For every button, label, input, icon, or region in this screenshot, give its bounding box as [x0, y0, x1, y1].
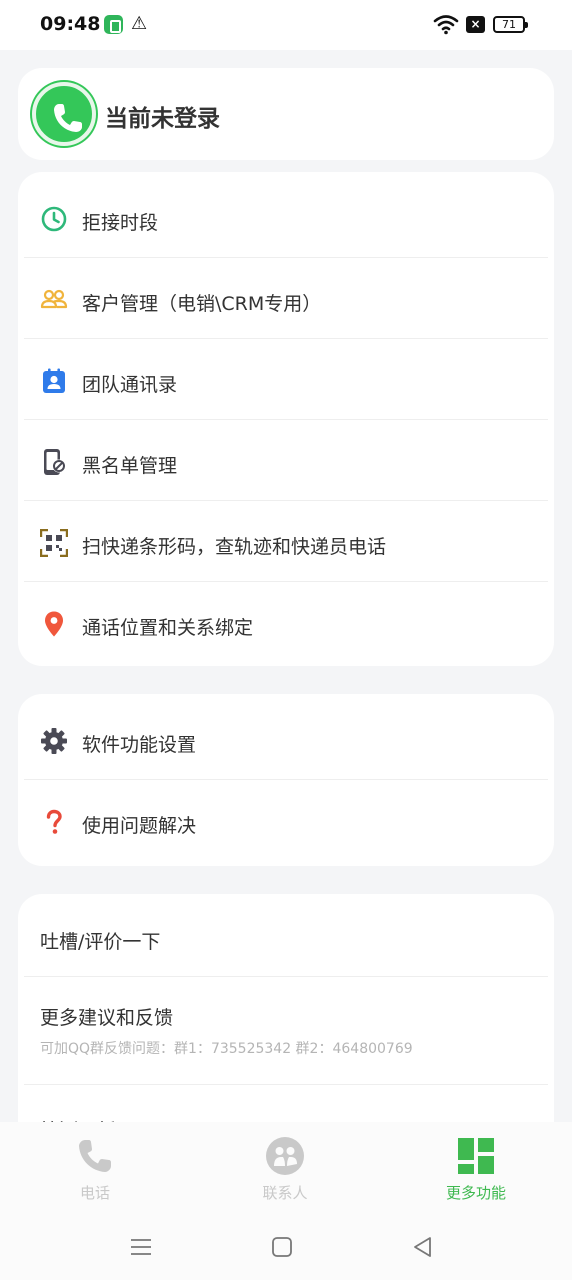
tab-contacts[interactable]: 联系人 [235, 1136, 335, 1206]
menu-item-team-directory[interactable]: 团队通讯录 [24, 339, 548, 420]
contact-book-icon [43, 368, 65, 393]
menu-item-label: 拒接时段 [82, 212, 159, 234]
login-status-text: 当前未登录 [105, 106, 220, 132]
menu-item-call-location[interactable]: 通话位置和关系绑定 [24, 582, 548, 663]
tab-calls[interactable]: 电话 [45, 1136, 145, 1206]
tab-more-features-label: 更多功能 [445, 1184, 506, 1202]
warning-icon: ⚠ [131, 13, 148, 34]
tab-calls-label: 电话 [79, 1184, 110, 1202]
features-menu-card: 拒接时段 客户管理（电销\CRM专用） 团队通讯录 黑名单管理 扫快递条形码，查… [18, 172, 554, 666]
dashboard-icon [458, 1138, 494, 1174]
qr-scan-icon [40, 529, 68, 557]
settings-menu-card: 软件功能设置 使用问题解决 [18, 694, 554, 866]
login-card[interactable]: 当前未登录 [18, 68, 554, 160]
menu-item-label: 使用问题解决 [82, 815, 197, 837]
app-logo-phone-icon [32, 82, 96, 146]
status-bar: 09:48 ⚠ × 71 [0, 0, 572, 50]
battery-icon: 71 [493, 16, 528, 33]
menu-item-help[interactable]: 使用问题解决 [24, 780, 548, 861]
menu-item-label: 扫快递条形码，查轨迹和快递员电话 [82, 536, 387, 558]
tab-contacts-label: 联系人 [262, 1184, 308, 1202]
tab-more-features[interactable]: 更多功能 [426, 1136, 526, 1206]
back-icon[interactable] [410, 1234, 436, 1260]
location-pin-icon [45, 611, 63, 637]
clock-icon [41, 206, 67, 232]
wifi-icon [433, 15, 459, 35]
menu-item-blacklist[interactable]: 黑名单管理 [24, 420, 548, 501]
bottom-nav: 电话 联系人 更多功能 [0, 1122, 572, 1214]
app-notification-icon [104, 15, 123, 34]
menu-item-customer-management[interactable]: 客户管理（电销\CRM专用） [24, 258, 548, 339]
recent-apps-icon[interactable] [128, 1234, 154, 1260]
phone-block-icon [44, 449, 66, 475]
system-nav-bar [0, 1214, 572, 1280]
menu-item-review[interactable]: 吐槽/评价一下 [24, 896, 548, 977]
menu-item-label: 客户管理（电销\CRM专用） [82, 293, 322, 315]
qq-groups-text: 可加QQ群反馈问题：群1：735525342 群2：464800769 [40, 1041, 413, 1057]
menu-item-label: 通话位置和关系绑定 [82, 617, 254, 639]
phone-icon [79, 1140, 111, 1172]
menu-item-label: 软件功能设置 [82, 734, 197, 756]
menu-item-express-scan[interactable]: 扫快递条形码，查轨迹和快递员电话 [24, 501, 548, 582]
home-icon[interactable] [269, 1234, 295, 1260]
contacts-icon [266, 1137, 304, 1175]
menu-item-settings[interactable]: 软件功能设置 [24, 699, 548, 780]
menu-item-label: 黑名单管理 [82, 455, 178, 477]
review-label: 吐槽/评价一下 [40, 931, 161, 953]
question-icon [46, 809, 62, 834]
menu-item-reject-period[interactable]: 拒接时段 [24, 177, 548, 258]
menu-item-label: 团队通讯录 [82, 374, 178, 396]
people-icon [40, 289, 68, 309]
gear-icon [41, 728, 67, 754]
status-time: 09:48 [40, 13, 101, 35]
menu-item-suggestions[interactable]: 更多建议和反馈 可加QQ群反馈问题：群1：735525342 群2：464800… [24, 977, 548, 1085]
no-sim-icon: × [466, 16, 485, 33]
suggestions-label: 更多建议和反馈 [40, 1007, 174, 1029]
